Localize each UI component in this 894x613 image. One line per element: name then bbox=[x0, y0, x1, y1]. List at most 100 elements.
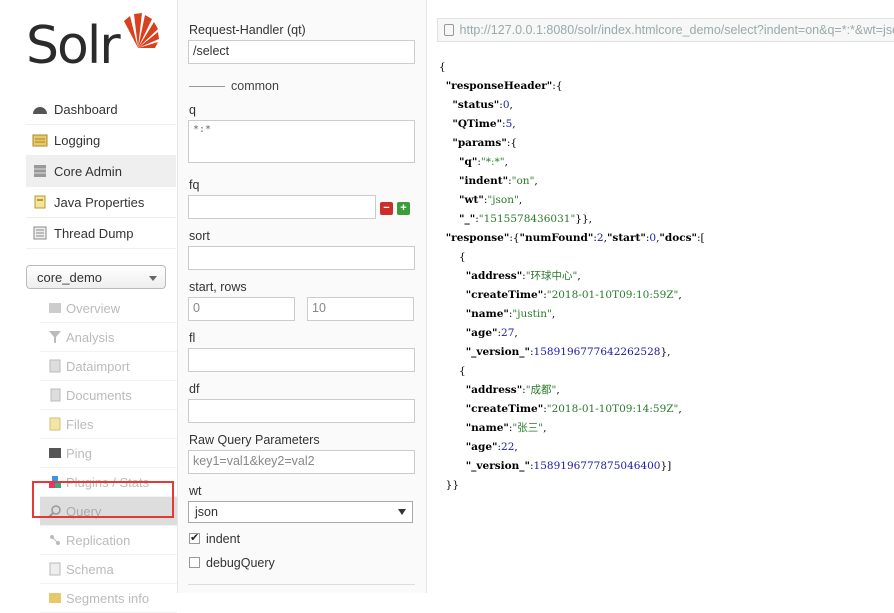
doc-createtime: "2018-01-10T09:14:59Z" bbox=[546, 403, 679, 415]
param-underscore-value: "1515578436031" bbox=[478, 213, 576, 225]
subnav-item-analysis[interactable]: Analysis bbox=[40, 323, 177, 352]
nav-item-label: Logging bbox=[54, 132, 101, 148]
doc-address: "成都" bbox=[525, 384, 557, 396]
java-properties-icon bbox=[34, 195, 46, 209]
subnav-item-label: Schema bbox=[66, 561, 114, 577]
doc-name: "justin" bbox=[512, 308, 552, 320]
result-pane: http://127.0.0.1:8080/solr/index.htmlcor… bbox=[427, 0, 894, 593]
start-input[interactable]: 0 bbox=[188, 297, 295, 321]
nav-item-label: Core Admin bbox=[54, 163, 122, 179]
qt-label: Request-Handler (qt) bbox=[189, 23, 306, 37]
subnav-item-files[interactable]: Files bbox=[40, 410, 177, 439]
divider bbox=[189, 85, 225, 87]
subnav-item-label: Files bbox=[66, 416, 94, 432]
replication-icon bbox=[50, 535, 60, 545]
query-form: Request-Handler (qt) /select common q *:… bbox=[178, 0, 427, 593]
nav-item-dashboard[interactable]: Dashboard bbox=[26, 94, 176, 125]
start-value: 0 bbox=[649, 232, 657, 244]
subnav-item-replication[interactable]: Replication bbox=[40, 526, 177, 555]
raw-query-input[interactable]: key1=val1&key2=val2 bbox=[188, 450, 415, 474]
logo-text: Solr bbox=[26, 16, 121, 76]
files-icon bbox=[49, 417, 61, 431]
schema-icon bbox=[49, 562, 61, 576]
debug-query-checkbox[interactable] bbox=[189, 557, 200, 568]
subnav-item-schema[interactable]: Schema bbox=[40, 555, 177, 584]
query-url: http://127.0.0.1:8080/solr/index.htmlcor… bbox=[459, 23, 894, 37]
thread-dump-icon bbox=[33, 226, 47, 240]
core-admin-icon bbox=[34, 165, 46, 177]
solr-burst-icon bbox=[124, 13, 159, 48]
df-label: df bbox=[189, 382, 200, 396]
nav-item-label: Java Properties bbox=[54, 194, 145, 210]
nav-item-label: Dashboard bbox=[54, 101, 118, 117]
dataimport-icon bbox=[49, 359, 61, 373]
documents-icon bbox=[50, 388, 61, 402]
doc-age: 22 bbox=[501, 441, 515, 453]
subnav-item-overview[interactable]: Overview bbox=[40, 294, 177, 323]
doc-version: 1589196777875046400 bbox=[533, 460, 661, 472]
q-textarea[interactable]: *:* bbox=[188, 120, 415, 163]
common-label: common bbox=[231, 79, 279, 93]
param-q-value: "*:*" bbox=[480, 156, 505, 168]
nav-item-label: Thread Dump bbox=[54, 225, 134, 241]
indent-checkbox[interactable] bbox=[189, 531, 200, 544]
wt-label: wt bbox=[189, 484, 202, 498]
status-value: 0 bbox=[502, 99, 510, 111]
nav-item-java-properties[interactable]: Java Properties bbox=[26, 187, 176, 218]
main-nav: Dashboard Logging Core Admin Java Proper… bbox=[26, 94, 176, 249]
start-rows-label: start, rows bbox=[189, 280, 247, 294]
fq-label: fq bbox=[189, 178, 200, 192]
subnav-item-label: Documents bbox=[66, 387, 132, 403]
doc-name: "张三" bbox=[512, 422, 544, 434]
qtime-value: 5 bbox=[505, 118, 513, 130]
subnav-item-label: Analysis bbox=[66, 329, 115, 345]
subnav-item-ping[interactable]: Ping bbox=[40, 439, 177, 468]
logging-icon bbox=[32, 134, 48, 147]
divider bbox=[188, 584, 415, 585]
numfound-value: 2 bbox=[596, 232, 604, 244]
wt-select[interactable]: json bbox=[188, 501, 413, 523]
segments-icon bbox=[49, 593, 61, 603]
rows-input[interactable]: 10 bbox=[307, 297, 414, 321]
subnav-item-label: Ping bbox=[66, 445, 93, 461]
core-subnav: Overview Analysis Dataimport Documents F… bbox=[40, 294, 177, 613]
query-url-bar[interactable]: http://127.0.0.1:8080/solr/index.htmlcor… bbox=[437, 18, 894, 42]
subnav-item-documents[interactable]: Documents bbox=[40, 381, 177, 410]
add-fq-button[interactable]: + bbox=[397, 202, 410, 215]
remove-fq-button[interactable]: − bbox=[380, 202, 393, 215]
subnav-item-dataimport[interactable]: Dataimport bbox=[40, 352, 177, 381]
fl-input[interactable] bbox=[188, 348, 415, 372]
ping-icon bbox=[49, 448, 61, 458]
common-section-header: common bbox=[189, 79, 416, 93]
indent-label: indent bbox=[206, 532, 241, 546]
doc-address: "环球中心" bbox=[525, 270, 578, 282]
analysis-icon bbox=[49, 331, 61, 343]
subnav-item-segments-info[interactable]: Segments info bbox=[40, 584, 177, 613]
nav-item-core-admin[interactable]: Core Admin bbox=[26, 156, 176, 187]
core-selector[interactable]: core_demo bbox=[26, 265, 166, 289]
dashboard-icon bbox=[33, 107, 47, 114]
solr-logo[interactable]: Solr bbox=[26, 4, 166, 76]
sort-input[interactable] bbox=[188, 246, 415, 270]
doc-age: 27 bbox=[501, 327, 515, 339]
wt-select-value: json bbox=[195, 505, 218, 519]
doc-version: 1589196777642262528 bbox=[533, 346, 661, 358]
fq-input[interactable] bbox=[188, 195, 376, 219]
query-highlight-box bbox=[32, 481, 174, 518]
nav-item-logging[interactable]: Logging bbox=[26, 125, 176, 156]
overview-icon bbox=[49, 303, 61, 313]
sort-label: sort bbox=[189, 229, 210, 243]
df-input[interactable] bbox=[188, 399, 415, 423]
qt-input[interactable]: /select bbox=[188, 40, 415, 64]
fl-label: fl bbox=[189, 331, 196, 345]
subnav-item-label: Overview bbox=[66, 300, 121, 316]
raw-query-label: Raw Query Parameters bbox=[189, 433, 320, 447]
subnav-item-label: Replication bbox=[66, 532, 131, 548]
chevron-down-icon bbox=[149, 276, 157, 281]
param-indent-value: "on" bbox=[511, 175, 535, 187]
nav-item-thread-dump[interactable]: Thread Dump bbox=[26, 218, 176, 249]
doc-createtime: "2018-01-10T09:10:59Z" bbox=[546, 289, 679, 301]
json-response: { "responseHeader":{ "status":0, "QTime"… bbox=[439, 61, 705, 491]
param-wt-value: "json" bbox=[487, 194, 519, 206]
sidebar: Solr Dashboard Logging Core Admin Java P… bbox=[0, 0, 177, 613]
